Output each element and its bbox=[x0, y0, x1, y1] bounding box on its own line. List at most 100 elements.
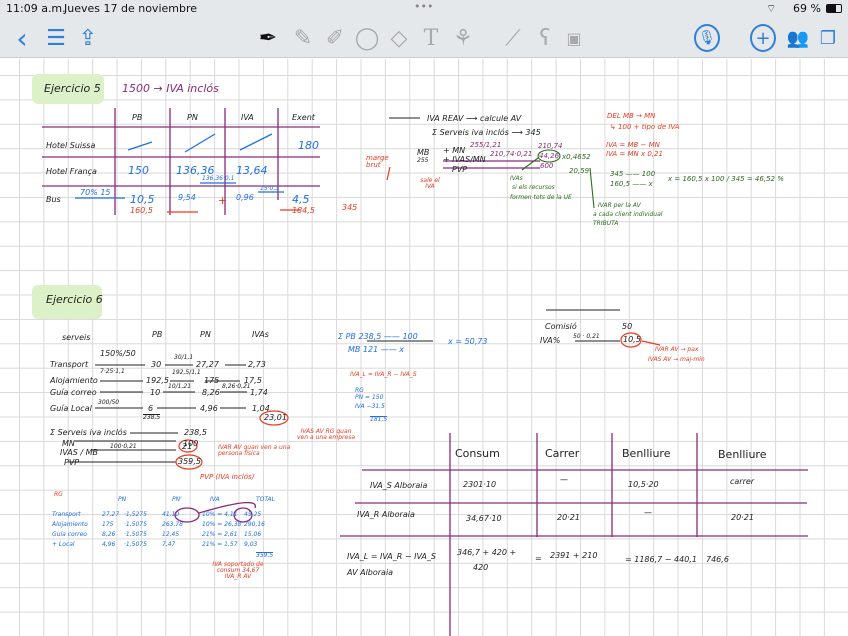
rg-label: + Local bbox=[52, 541, 75, 548]
table-header: Carrer bbox=[545, 447, 580, 460]
rg-cell: ·1,5075 bbox=[124, 541, 147, 548]
rg-cell: 4,96 bbox=[102, 541, 116, 548]
ex5-total: 160,5 bbox=[130, 206, 153, 215]
table-row-label: IVA_S Alboraia bbox=[370, 481, 428, 490]
rg-rows: Transport 27,27 ·1,5275 41,10 10% = 4,11 45,2… bbox=[52, 510, 272, 550]
ex5-cell: 9,54 bbox=[178, 193, 196, 202]
note-text: IVAs bbox=[510, 175, 523, 182]
rg-header: TOTAL bbox=[256, 496, 275, 503]
rg-cell: ·1,5075 bbox=[124, 531, 147, 538]
ex6-cell: 8,26 bbox=[202, 388, 220, 397]
note-text: = bbox=[535, 554, 542, 563]
ex5-cell: 4,5 bbox=[292, 193, 310, 206]
ex5-row-label: Bus bbox=[46, 195, 61, 204]
note-text: MB 121 —— x bbox=[348, 345, 405, 354]
note-text: 44,26 bbox=[539, 152, 560, 160]
ex5-note: 70% 15 bbox=[80, 188, 111, 197]
ex6-op: 30/1,1 bbox=[174, 354, 194, 361]
ex5-row-label: Hotel França bbox=[46, 167, 97, 176]
ex6-cell: 192,5 bbox=[146, 376, 169, 385]
ex6-row-label: Guía Local bbox=[50, 404, 92, 413]
table-cell: 20·21 bbox=[731, 513, 754, 522]
note-text: ↳ 100 + tipo de IVA bbox=[610, 123, 680, 131]
table-header: Benlliure bbox=[718, 448, 767, 461]
exercise-5-title: Ejercicio 5 bbox=[44, 82, 101, 95]
ex6-cell: 2,73 bbox=[248, 360, 266, 369]
table-cell: carrer bbox=[730, 477, 755, 486]
note-text: 600 bbox=[540, 162, 554, 170]
note-text: 210,74 bbox=[538, 142, 563, 150]
note-text: IVA = MB − MN bbox=[606, 141, 660, 149]
note-text: MB bbox=[417, 148, 430, 157]
ex5-cell: 10,5 bbox=[130, 193, 155, 206]
note-text: = 1186,7 − 440,1 bbox=[625, 555, 697, 564]
note-text: MN bbox=[62, 439, 75, 448]
note-text: IVAR AV → pax bbox=[655, 346, 699, 353]
rg-cell: 21% = 1,57 bbox=[202, 541, 238, 548]
rg-cell: 41,10 bbox=[162, 511, 180, 518]
note-text: a cada client individual bbox=[593, 211, 663, 218]
note-text: PVP bbox=[452, 165, 468, 174]
rg-cell: 27,27 bbox=[102, 511, 120, 518]
note-text: 420 bbox=[473, 563, 489, 572]
table-header: Consum bbox=[455, 447, 500, 460]
ex5-cell: 13,64 bbox=[236, 164, 268, 177]
note-text: DEL MB → MN bbox=[607, 112, 656, 120]
note-text: IVAR AV quan ven a una persona física bbox=[218, 444, 291, 457]
ex5-header-iva: IVA bbox=[241, 113, 254, 122]
ex6-row-label: Alojamiento bbox=[50, 376, 98, 385]
note-text: 100·0,21 bbox=[110, 443, 137, 450]
ex5-header-exent: Exent bbox=[292, 113, 315, 122]
ex5-note: 15·0,3 bbox=[260, 185, 280, 192]
note-text: Σ Serveis iva inclós bbox=[50, 428, 127, 437]
rg-cell: 21% = 2,61 bbox=[202, 531, 238, 538]
rg-cell: ·1,5075 bbox=[124, 521, 147, 528]
ex6-op: 150%/50 bbox=[100, 349, 136, 358]
rg-row: Alojamiento 175 ·1,5075 263,78 10% = 26,38 29… bbox=[52, 520, 272, 530]
ex6-op: 7·25·1,1 bbox=[100, 368, 125, 375]
ex6-header: IVAs bbox=[252, 330, 269, 339]
rg-label: Alojamiento bbox=[52, 521, 88, 528]
ex6-op: 300/50 bbox=[98, 399, 120, 406]
ex6-row-label: Guía correo bbox=[50, 388, 97, 397]
ex5-header-pb: PB bbox=[132, 113, 143, 122]
ex6-cell: 30 bbox=[151, 360, 162, 369]
ex6-header: serveis bbox=[62, 333, 91, 342]
rg-header: PN bbox=[118, 496, 127, 503]
ex5-side: 345 bbox=[342, 203, 358, 212]
note-text: si els recursos bbox=[512, 184, 555, 191]
rg-cell: 10% = 26,38 bbox=[202, 521, 242, 528]
ex6-op: 192,5/1,1 bbox=[172, 369, 201, 376]
note-text: IVA −31,5 bbox=[355, 403, 385, 410]
rg-cell: 175 bbox=[102, 521, 114, 528]
note-text: marge brut bbox=[366, 154, 389, 169]
note-text: IVAS AV → maj-min bbox=[648, 356, 705, 363]
note-text: sale el IVA bbox=[420, 177, 440, 190]
table-cell: 34,67·10 bbox=[466, 514, 502, 523]
ex6-op: 10/1,21 bbox=[168, 383, 192, 390]
note-text: Σ Serveis iva inclós ⟶ 345 bbox=[432, 128, 541, 137]
note-text: 2391 + 210 bbox=[550, 551, 598, 560]
table-header: Benlliure bbox=[622, 447, 671, 460]
note-text: PVP (IVA inclós) bbox=[200, 473, 255, 481]
rg-cell: 45,25 bbox=[244, 511, 262, 518]
rg-row: Transport 27,27 ·1,5275 41,10 10% = 4,11 45,2… bbox=[52, 510, 272, 520]
rg-header: IVA bbox=[210, 496, 220, 503]
note-text: AV Alboraia bbox=[347, 568, 394, 577]
note-text: 346,7 + 420 + bbox=[457, 548, 517, 557]
note-text: TRIBUTA bbox=[593, 220, 619, 227]
ex5-cell: 0,96 bbox=[236, 193, 254, 202]
note-text: PVP bbox=[64, 458, 80, 467]
rg-cell: 263,78 bbox=[162, 521, 183, 528]
note-text: 50 · 0,21 bbox=[573, 333, 600, 340]
note-text: IVA soportado de consum 34,67 IVA_R AV bbox=[212, 561, 264, 580]
note-text: 181,5 bbox=[370, 416, 388, 423]
note-text: 20,59 bbox=[569, 167, 590, 175]
ex5-header-pn: PN bbox=[187, 113, 198, 122]
note-text: + MN bbox=[443, 146, 466, 155]
ex6-header: PB bbox=[152, 330, 163, 339]
ex6-row-label: Transport bbox=[50, 360, 89, 369]
note-text: PN = 150 bbox=[355, 394, 384, 401]
rg-label: Transport bbox=[52, 511, 81, 518]
ex6-cell: 1,74 bbox=[250, 388, 268, 397]
